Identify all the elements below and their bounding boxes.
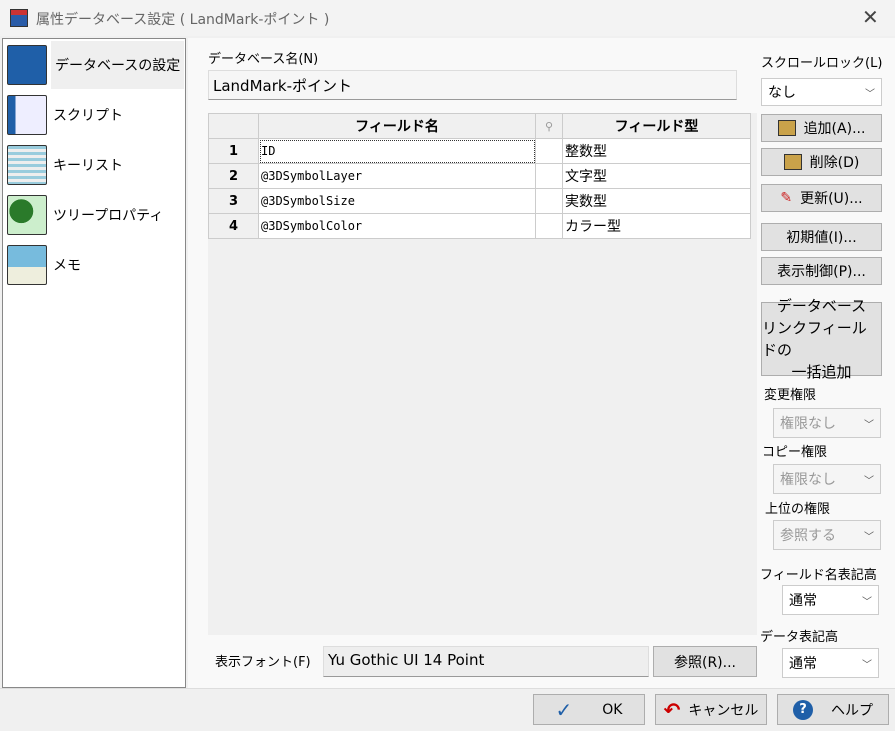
field-type-cell[interactable]: 整数型 (562, 138, 751, 164)
field-name-height-label: フィールド名表記高 (760, 568, 877, 583)
copy-permission-value: 権限なし (780, 472, 836, 488)
scroll-lock-label: スクロールロック(L) (761, 56, 883, 71)
database-name-input[interactable]: LandMark-ポイント (208, 70, 737, 100)
sidebar-item-label: データベースの設定 (51, 41, 185, 89)
field-type-cell[interactable]: 文字型 (562, 163, 751, 189)
app-icon (10, 9, 28, 27)
field-name-cell[interactable]: @3DSymbolColor (258, 213, 536, 239)
data-height-value: 通常 (789, 656, 817, 672)
update-label: 更新(U)... (800, 191, 863, 207)
check-icon: ✓ (555, 697, 573, 722)
help-button[interactable]: ? ヘルプ (777, 694, 889, 725)
delete-button[interactable]: 削除(D) (761, 148, 882, 176)
script-icon (7, 95, 47, 135)
upper-permission-label: 上位の権限 (765, 502, 831, 517)
bulk-add-link-fields-button[interactable]: データベースリンクフィールドの一括追加 (761, 297, 882, 381)
sidebar-item-memo[interactable]: メモ (5, 241, 185, 289)
chevron-down-icon: ﹀ (864, 531, 874, 543)
scroll-lock-dropdown[interactable]: なし ﹀ (761, 78, 882, 106)
change-permission-value: 権限なし (780, 416, 836, 432)
change-permission-label: 変更権限 (764, 388, 817, 403)
upper-permission-value: 参照する (780, 528, 836, 544)
chevron-down-icon: ﹀ (865, 88, 875, 100)
link-icon: ⚲ (535, 113, 563, 139)
add-field-icon (777, 120, 796, 136)
row-number: 3 (208, 188, 259, 214)
row-number: 4 (208, 213, 259, 239)
close-icon[interactable]: ✕ (862, 5, 879, 29)
sidebar-item-label: キーリスト (53, 158, 123, 174)
display-font-label: 表示フォント(F) (215, 655, 311, 670)
link-cell[interactable] (535, 163, 563, 189)
upper-permission-dropdown[interactable]: 参照する ﹀ (773, 520, 881, 550)
bulk-label-line: データベース (776, 297, 867, 315)
field-name-header[interactable]: フィールド名 (258, 113, 536, 139)
link-cell[interactable] (535, 138, 563, 164)
row-number: 1 (208, 138, 259, 164)
memo-icon (7, 245, 47, 285)
add-button[interactable]: 追加(A)... (761, 114, 882, 142)
sidebar-item-tree-property[interactable]: ツリープロパティ (5, 191, 185, 239)
link-cell[interactable] (535, 213, 563, 239)
update-button[interactable]: ✎ 更新(U)... (761, 184, 882, 212)
chevron-down-icon: ﹀ (864, 419, 874, 431)
add-label: 追加(A)... (803, 121, 866, 137)
copy-permission-dropdown[interactable]: 権限なし ﹀ (773, 464, 881, 494)
sidebar-item-label: ツリープロパティ (53, 208, 164, 224)
table-header: フィールド名 ⚲ フィールド型 (208, 113, 751, 139)
copy-permission-label: コピー権限 (762, 445, 828, 460)
bulk-label-line: リンクフィールドの (762, 319, 867, 359)
database-name-label: データベース名(N) (208, 52, 319, 67)
window-title: 属性データベース設定 ( LandMark-ポイント ) (36, 12, 330, 28)
help-label: ヘルプ (831, 702, 873, 719)
row-number: 2 (208, 163, 259, 189)
scroll-lock-value: なし (768, 85, 796, 101)
field-name-cell[interactable]: @3DSymbolLayer (258, 163, 536, 189)
delete-label: 削除(D) (809, 155, 860, 171)
ok-label: OK (602, 701, 623, 718)
bulk-label-line: 一括追加 (791, 363, 852, 381)
display-font-value: Yu Gothic UI 14 Point (323, 646, 649, 677)
chevron-down-icon: ﹀ (862, 659, 872, 671)
field-type-cell[interactable]: 実数型 (562, 188, 751, 214)
change-permission-dropdown[interactable]: 権限なし ﹀ (773, 408, 881, 438)
browse-font-button[interactable]: 参照(R)... (653, 646, 757, 677)
link-cell[interactable] (535, 188, 563, 214)
field-name-height-dropdown[interactable]: 通常 ﹀ (782, 585, 879, 615)
data-height-dropdown[interactable]: 通常 ﹀ (782, 648, 879, 678)
cancel-label: キャンセル (688, 702, 759, 719)
table-row[interactable]: 2 @3DSymbolLayer 文字型 (208, 163, 751, 189)
database-settings-icon (7, 45, 47, 85)
table-row[interactable]: 3 @3DSymbolSize 実数型 (208, 188, 751, 214)
sidebar-item-label: メモ (53, 258, 81, 274)
field-type-cell[interactable]: カラー型 (562, 213, 751, 239)
cancel-button[interactable]: ↶ キャンセル (655, 694, 767, 725)
table-row[interactable]: 4 @3DSymbolColor カラー型 (208, 213, 751, 239)
sidebar-item-database-settings[interactable]: データベースの設定 (5, 41, 185, 89)
initial-value-button[interactable]: 初期値(I)... (761, 223, 882, 251)
field-name-height-value: 通常 (789, 593, 817, 609)
row-number-header (208, 113, 259, 139)
sidebar-item-label: スクリプト (53, 108, 123, 124)
undo-arrow-icon: ↶ (663, 697, 681, 722)
sidebar: データベースの設定 スクリプト キーリスト ツリープロパティ メモ (2, 38, 186, 688)
chevron-down-icon: ﹀ (864, 475, 874, 487)
chevron-down-icon: ﹀ (862, 596, 872, 608)
table-row[interactable]: 1 ID 整数型 (208, 138, 751, 164)
sidebar-item-script[interactable]: スクリプト (5, 91, 185, 139)
field-name-cell[interactable]: ID (258, 138, 536, 164)
tree-property-icon (7, 195, 47, 235)
keylist-icon (7, 145, 47, 185)
data-height-label: データ表記高 (760, 630, 839, 645)
field-table: フィールド名 ⚲ フィールド型 1 ID 整数型 2 @3DSymbolLayer 文字… (208, 113, 751, 239)
sidebar-item-keylist[interactable]: キーリスト (5, 141, 185, 189)
display-control-button[interactable]: 表示制御(P)... (761, 257, 882, 285)
ok-button[interactable]: ✓ OK (533, 694, 645, 725)
field-name-cell[interactable]: @3DSymbolSize (258, 188, 536, 214)
help-icon: ? (793, 699, 813, 720)
delete-field-icon (783, 154, 802, 170)
title-bar: 属性データベース設定 ( LandMark-ポイント ) ✕ (0, 0, 895, 36)
field-type-header[interactable]: フィールド型 (562, 113, 751, 139)
update-pen-icon: ✎ (780, 190, 793, 206)
